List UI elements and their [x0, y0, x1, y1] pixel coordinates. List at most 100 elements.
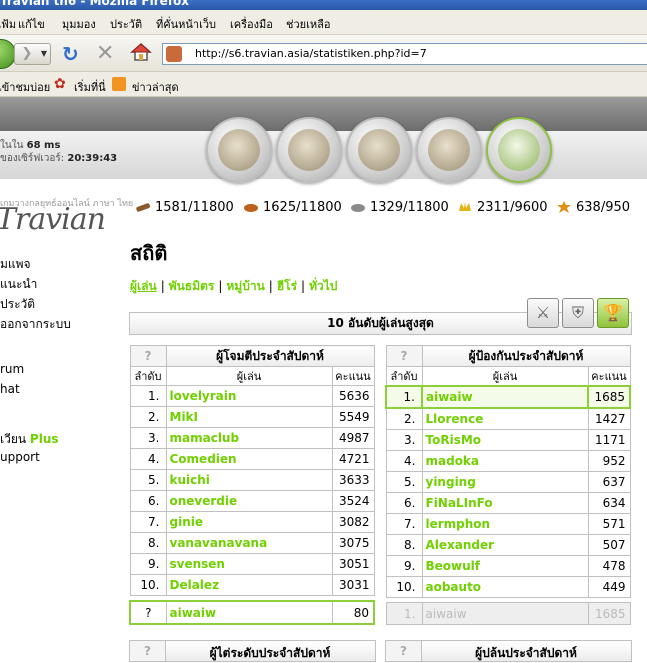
- player-link[interactable]: aiwaiw: [421, 385, 589, 409]
- window-title-bar: Travian th6 - Mozilla Firefox: [0, 0, 647, 10]
- player-link[interactable]: yinging: [421, 471, 589, 493]
- rank-cell: 9.: [385, 555, 423, 577]
- rss-icon: [112, 77, 126, 91]
- home-button[interactable]: [130, 42, 152, 62]
- player-link[interactable]: Delalez: [165, 574, 333, 596]
- rank-cell: 6.: [385, 492, 423, 514]
- points-cell: 4721: [331, 448, 375, 470]
- defense-shield-icon[interactable]: ⛨: [562, 298, 594, 328]
- rank-cell: 8.: [129, 532, 167, 554]
- menu-history[interactable]: ประวัติ: [110, 15, 142, 33]
- table-row: 8. Alexander 507: [385, 534, 631, 556]
- map-button[interactable]: [346, 117, 412, 183]
- iron-amount: 1329/11800: [370, 200, 449, 215]
- bookmark-latest-news[interactable]: ข่าวล่าสุด: [132, 78, 179, 96]
- player-link[interactable]: mamaclub: [165, 427, 333, 449]
- trophy-icon[interactable]: 🏆: [597, 298, 629, 328]
- points-cell: 3075: [331, 532, 375, 554]
- player-link[interactable]: vanavanavana: [165, 532, 333, 554]
- column-header-points: คะแนน: [331, 366, 375, 386]
- rank-cell: 8.: [385, 534, 423, 556]
- left-menu-forum[interactable]: rum: [0, 362, 24, 376]
- url-bar[interactable]: http://s6.travian.asia/statistiken.php?i…: [162, 43, 647, 65]
- player-link[interactable]: lovelyrain: [165, 385, 333, 407]
- tab-heroes[interactable]: ฮีโร่: [277, 279, 297, 293]
- forward-button[interactable]: ❯: [14, 43, 40, 65]
- history-dropdown-button[interactable]: ▼: [38, 43, 51, 65]
- points-cell: 5636: [331, 385, 375, 407]
- player-link[interactable]: ginie: [165, 511, 333, 533]
- rank-cell: 7.: [129, 511, 167, 533]
- player-link[interactable]: Llorence: [421, 407, 589, 430]
- home-icon: [130, 42, 152, 61]
- player-link[interactable]: ToRisMo: [421, 429, 589, 451]
- points-cell: 634: [587, 492, 631, 514]
- points-cell: 952: [587, 450, 631, 472]
- help-icon[interactable]: ?: [386, 641, 422, 661]
- own-player-link[interactable]: aiwaiw: [421, 602, 589, 625]
- own-player-link[interactable]: aiwaiw: [165, 600, 333, 625]
- left-menu-support[interactable]: upport: [0, 450, 40, 464]
- table-row: 9. svensen 3051: [129, 553, 375, 575]
- menu-bookmarks[interactable]: ที่คั่นหน้าเว็บ: [156, 15, 216, 33]
- player-link[interactable]: oneverdie: [165, 490, 333, 512]
- ping-value: 68 ms: [26, 140, 61, 151]
- points-cell: 571: [587, 513, 631, 535]
- menu-tools[interactable]: เครื่องมือ: [230, 15, 273, 33]
- help-icon[interactable]: ?: [129, 345, 167, 367]
- player-link[interactable]: MikI: [165, 406, 333, 428]
- left-menu-logout[interactable]: ออกจากระบบ: [0, 315, 71, 334]
- player-link[interactable]: FiNaLInFo: [421, 492, 589, 514]
- robbers-table-header: ? ผู้ปล้นประจำสัปดาห์: [385, 640, 632, 662]
- help-icon[interactable]: ?: [130, 641, 166, 661]
- defenders-table: ? ผู้ป้องกันประจำสัปดาห์ ลำดับ ผู้เล่น ค…: [385, 345, 631, 625]
- tab-separator: |: [160, 279, 165, 293]
- village-overview-button[interactable]: [206, 117, 272, 183]
- player-link[interactable]: kuichi: [165, 469, 333, 491]
- bookmark-getting-started[interactable]: เริ่มที่นี่: [74, 78, 106, 96]
- left-menu-profile[interactable]: ประวัติ: [0, 295, 35, 314]
- help-icon[interactable]: ?: [385, 345, 423, 367]
- player-link[interactable]: svensen: [165, 553, 333, 575]
- bookmarks-toolbar: เข้าชมบ่อย ✿ เริ่มที่นี่ ข่าวล่าสุด: [0, 72, 647, 97]
- tab-alliances[interactable]: พันธมิตร: [169, 279, 215, 293]
- left-menu-travian-plus[interactable]: เวียน Plus: [0, 430, 59, 449]
- column-header-points: คะแนน: [587, 366, 631, 387]
- left-menu-chat[interactable]: hat: [0, 382, 20, 396]
- reload-button[interactable]: ↻: [62, 42, 79, 66]
- own-rank: 1.: [385, 602, 423, 625]
- player-link[interactable]: madoka: [421, 450, 589, 472]
- rank-cell: 5.: [129, 469, 167, 491]
- menu-help[interactable]: ช่วยเหลือ: [286, 15, 330, 33]
- left-menu-home[interactable]: มแพจ: [0, 255, 31, 274]
- village-center-button[interactable]: [276, 117, 342, 183]
- attack-swords-icon[interactable]: ⚔: [527, 298, 559, 328]
- rank-cell: 9.: [129, 553, 167, 575]
- firefox-bookmark-icon: ✿: [54, 76, 66, 92]
- site-favicon-icon: [166, 46, 182, 62]
- defenders-title: ผู้ป้องกันประจำสัปดาห์: [421, 345, 631, 367]
- url-text[interactable]: http://s6.travian.asia/statistiken.php?i…: [195, 47, 427, 60]
- menu-file[interactable]: แฟ้ม: [0, 15, 16, 33]
- table-row: 2. Llorence 1427: [385, 407, 631, 430]
- travian-logo[interactable]: Travian: [0, 202, 106, 237]
- tab-general[interactable]: ทั่วไป: [309, 279, 337, 293]
- reports-button[interactable]: [486, 117, 552, 183]
- player-link[interactable]: Comedien: [165, 448, 333, 470]
- table-row: 2. MikI 5549: [129, 406, 375, 428]
- tab-players[interactable]: ผู้เล่น: [130, 279, 157, 293]
- menu-view[interactable]: มุมมอง: [62, 15, 96, 33]
- menu-edit[interactable]: แก้ไข: [18, 15, 45, 33]
- column-header-rank: ลำดับ: [385, 366, 423, 387]
- player-link[interactable]: Beowulf: [421, 555, 589, 577]
- player-link[interactable]: lermphon: [421, 513, 589, 535]
- bookmark-most-visited[interactable]: เข้าชมบ่อย: [0, 78, 50, 96]
- statistics-button[interactable]: [416, 117, 482, 183]
- player-link[interactable]: aobauto: [421, 576, 589, 598]
- tab-villages[interactable]: หมู่บ้าน: [226, 279, 264, 293]
- player-link[interactable]: Alexander: [421, 534, 589, 556]
- attackers-table: ? ผู้โจมตีประจำสัปดาห์ ลำดับ ผู้เล่น คะแ…: [129, 345, 375, 625]
- statistics-subnav: ผู้เล่น | พันธมิตร | หมู่บ้าน | ฮีโร่ | ทั่วไป: [130, 277, 337, 296]
- left-menu-instructions[interactable]: แนะนำ: [0, 275, 37, 294]
- stop-button[interactable]: ✕: [96, 41, 114, 66]
